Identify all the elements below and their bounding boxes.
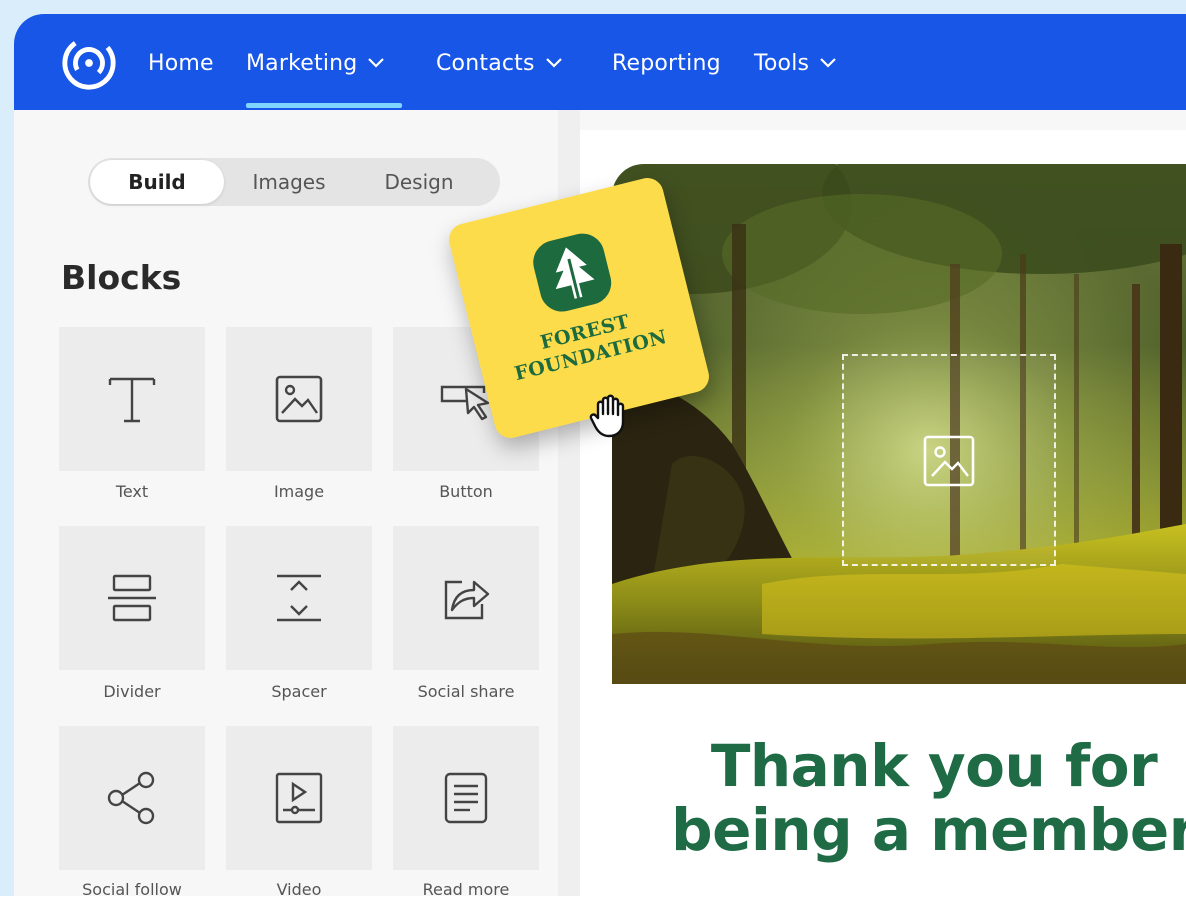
block-label: Image [273,482,325,501]
social-follow-icon [107,771,155,825]
blocks-heading: Blocks [61,258,182,297]
headline-line: Thank you for [710,732,1158,800]
block-social-follow[interactable] [59,726,205,870]
text-icon [108,377,156,423]
nav-item-label: Home [148,50,214,76]
chevron-down-icon [545,58,562,68]
nav-item-contacts[interactable]: Contacts [436,48,563,78]
block-label: Text [115,482,149,501]
active-nav-indicator [246,103,402,108]
tab-images[interactable]: Images [226,158,352,206]
block-video[interactable] [226,726,372,870]
grab-hand-cursor-icon [589,394,625,438]
sidebar-tab-switcher: Build Images Design [88,158,500,206]
image-placeholder-icon [923,435,975,487]
email-headline[interactable]: Thank you for being a member [654,734,1186,862]
block-read-more[interactable] [393,726,539,870]
chevron-down-icon [820,58,836,68]
spacer-icon [277,574,321,622]
block-label: Read more [422,880,510,899]
nav-item-home[interactable]: Home [148,48,214,78]
block-image[interactable] [226,327,372,471]
block-text[interactable] [59,327,205,471]
chevron-down-icon [368,58,385,68]
nav-item-label: Reporting [612,50,721,76]
nav-item-label: Marketing [246,50,358,76]
constant-contact-logo-icon[interactable] [60,34,118,92]
block-label: Button [439,482,493,501]
nav-item-label: Contacts [436,50,535,76]
block-social-share[interactable] [393,526,539,670]
read-more-icon [444,772,488,824]
block-label: Social follow [82,880,182,899]
headline-line: being a member [671,796,1186,864]
nav-item-label: Tools [754,50,810,76]
tree-logo-icon [528,228,616,317]
block-label: Spacer [271,682,327,701]
top-navigation-bar: Home Marketing Contacts Reporting Tools [14,14,1186,110]
nav-item-marketing[interactable]: Marketing [246,48,385,78]
nav-item-reporting[interactable]: Reporting [612,48,721,78]
block-divider[interactable] [59,526,205,670]
social-share-icon [444,580,490,620]
nav-item-tools[interactable]: Tools [754,48,837,78]
block-label: Divider [103,682,161,701]
divider-icon [108,574,156,622]
tab-design[interactable]: Design [354,158,484,206]
block-label: Video [276,880,322,899]
video-icon [275,772,323,824]
block-spacer[interactable] [226,526,372,670]
image-drop-zone[interactable] [842,354,1056,566]
block-label: Social share [417,682,515,701]
tab-build[interactable]: Build [90,160,224,204]
image-icon [275,375,323,423]
